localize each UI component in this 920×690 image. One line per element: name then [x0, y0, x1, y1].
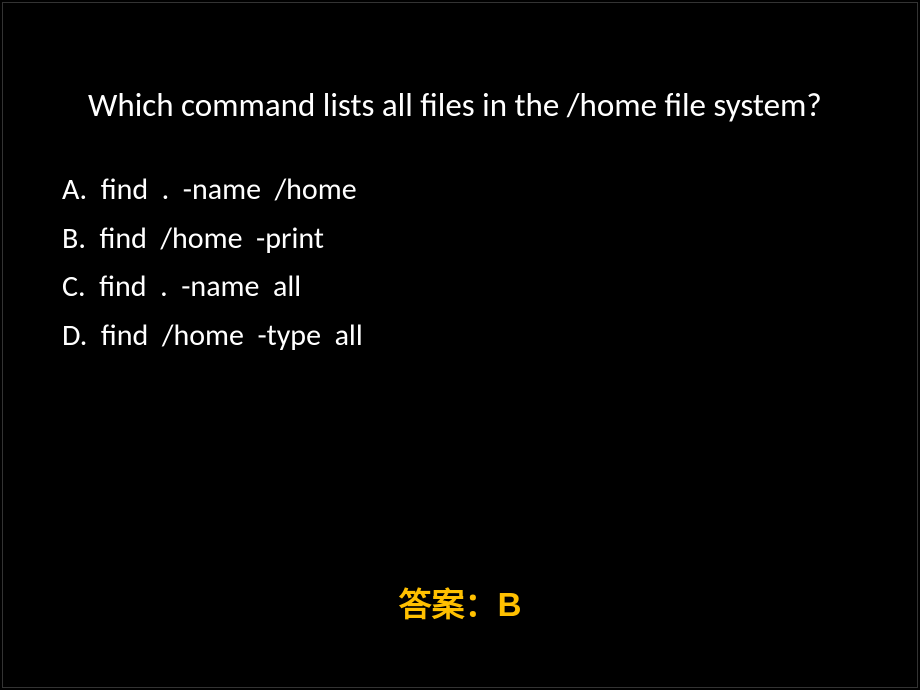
answer-text: 答案：B: [0, 578, 920, 626]
